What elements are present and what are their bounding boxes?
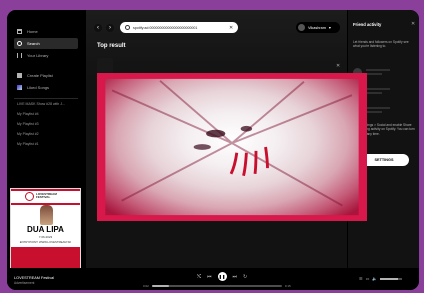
- avatar: [298, 24, 305, 31]
- library-icon: [17, 53, 22, 58]
- section-heading: Top result: [97, 43, 126, 49]
- player-bar: LOVESTREAM Festival Advertisement ⤭ ⏮ ❚❚…: [7, 268, 419, 290]
- cover-band-bottom: [11, 247, 80, 269]
- sidebar: Home Search Your Library Create Playlist…: [7, 10, 84, 269]
- playlist-item[interactable]: My Playlist #3: [17, 122, 79, 126]
- cover-artist: DUA LIPA: [27, 225, 64, 234]
- search-input[interactable]: [133, 25, 225, 30]
- search-bar[interactable]: ✕: [120, 22, 238, 33]
- playlist-item[interactable]: My Playlist #2: [17, 132, 79, 136]
- next-icon[interactable]: ⏭: [233, 274, 238, 280]
- placeholder-lines: [366, 69, 390, 75]
- volume-icon[interactable]: 🔈: [372, 276, 377, 281]
- cover-brand: LOVESTREAM FESTIVAL: [36, 192, 57, 200]
- user-name: Vikashram: [308, 25, 326, 30]
- duration-time: 0:15: [284, 284, 291, 288]
- festival-logo-icon: [25, 192, 34, 201]
- placeholder-lines: [366, 88, 390, 94]
- nav-home-label: Home: [27, 29, 38, 34]
- forward-arrow-icon: ›: [109, 25, 111, 31]
- progress-track[interactable]: [151, 285, 282, 287]
- elapsed-time: 0:02: [143, 284, 149, 288]
- device-icon[interactable]: ▭: [366, 276, 370, 281]
- playlist-item[interactable]: My Playlist #1: [17, 142, 79, 146]
- create-playlist-button[interactable]: Create Playlist: [14, 70, 78, 81]
- nav-search[interactable]: Search: [14, 38, 78, 49]
- progress-fill: [151, 285, 169, 287]
- liked-songs-label: Liked Songs: [27, 85, 50, 90]
- sidebar-divider: [14, 98, 78, 99]
- placeholder-lines: [366, 107, 390, 113]
- video-ad-player[interactable]: [97, 73, 367, 221]
- home-icon: [17, 29, 22, 34]
- nav-home[interactable]: Home: [14, 26, 78, 37]
- shuffle-icon[interactable]: ⤭: [197, 274, 201, 280]
- queue-icon[interactable]: ☰: [359, 276, 363, 281]
- clear-search-icon[interactable]: ✕: [229, 25, 233, 31]
- playlist-item[interactable]: LIVE MASK Show #28 with J...: [17, 102, 79, 106]
- previous-icon[interactable]: ⏮: [207, 274, 212, 280]
- repeat-icon[interactable]: ↻: [243, 274, 247, 280]
- playlist-item[interactable]: My Playlist #4: [17, 112, 79, 116]
- chevron-down-icon: ▾: [328, 26, 331, 30]
- now-playing-artist: Advertisement: [14, 281, 35, 285]
- liked-songs-button[interactable]: Liked Songs: [14, 82, 78, 93]
- volume-fill: [380, 277, 398, 280]
- user-menu-button[interactable]: Vikashram ▾: [296, 22, 340, 33]
- now-playing-title[interactable]: LOVESTREAM Festival: [14, 276, 54, 280]
- nav-library-label: Your Library: [27, 53, 49, 58]
- cover-brand-line2: FESTIVAL: [36, 195, 51, 200]
- progress-bar: 0:02 0:15: [143, 284, 291, 288]
- playback-controls: ⤭ ⏮ ❚❚ ⏭ ↻: [197, 272, 247, 281]
- video-frame: [97, 73, 367, 221]
- plus-icon: [17, 73, 22, 78]
- ad-cover-art[interactable]: LOVESTREAM FESTIVAL DUA LIPA 7.06.2023 E…: [10, 188, 81, 269]
- cover-band-top: [11, 189, 80, 191]
- friend-activity-title: Friend activity: [353, 22, 382, 27]
- extra-controls: ☰ ▭ 🔈: [359, 276, 403, 281]
- nav-library[interactable]: Your Library: [14, 50, 78, 61]
- close-ad-icon[interactable]: ✕: [336, 63, 340, 69]
- friend-activity-intro: Let friends and followers on Spotify see…: [353, 40, 409, 49]
- create-playlist-label: Create Playlist: [27, 73, 53, 78]
- close-icon[interactable]: ✕: [411, 21, 415, 27]
- cover-tickets: ENTRYPOINT: WWW.LOVESTREAM.SK: [19, 240, 72, 244]
- heart-icon: [17, 85, 22, 90]
- cover-date: 7.06.2023: [38, 235, 53, 239]
- search-icon: [125, 25, 130, 30]
- back-arrow-icon: ‹: [97, 25, 99, 31]
- artist-photo: [40, 205, 53, 225]
- pause-button[interactable]: ❚❚: [217, 272, 227, 281]
- volume-slider[interactable]: [380, 277, 403, 280]
- nav-search-label: Search: [27, 41, 40, 46]
- search-icon: [17, 41, 22, 46]
- forward-button[interactable]: ›: [106, 24, 114, 32]
- back-button[interactable]: ‹: [94, 24, 102, 32]
